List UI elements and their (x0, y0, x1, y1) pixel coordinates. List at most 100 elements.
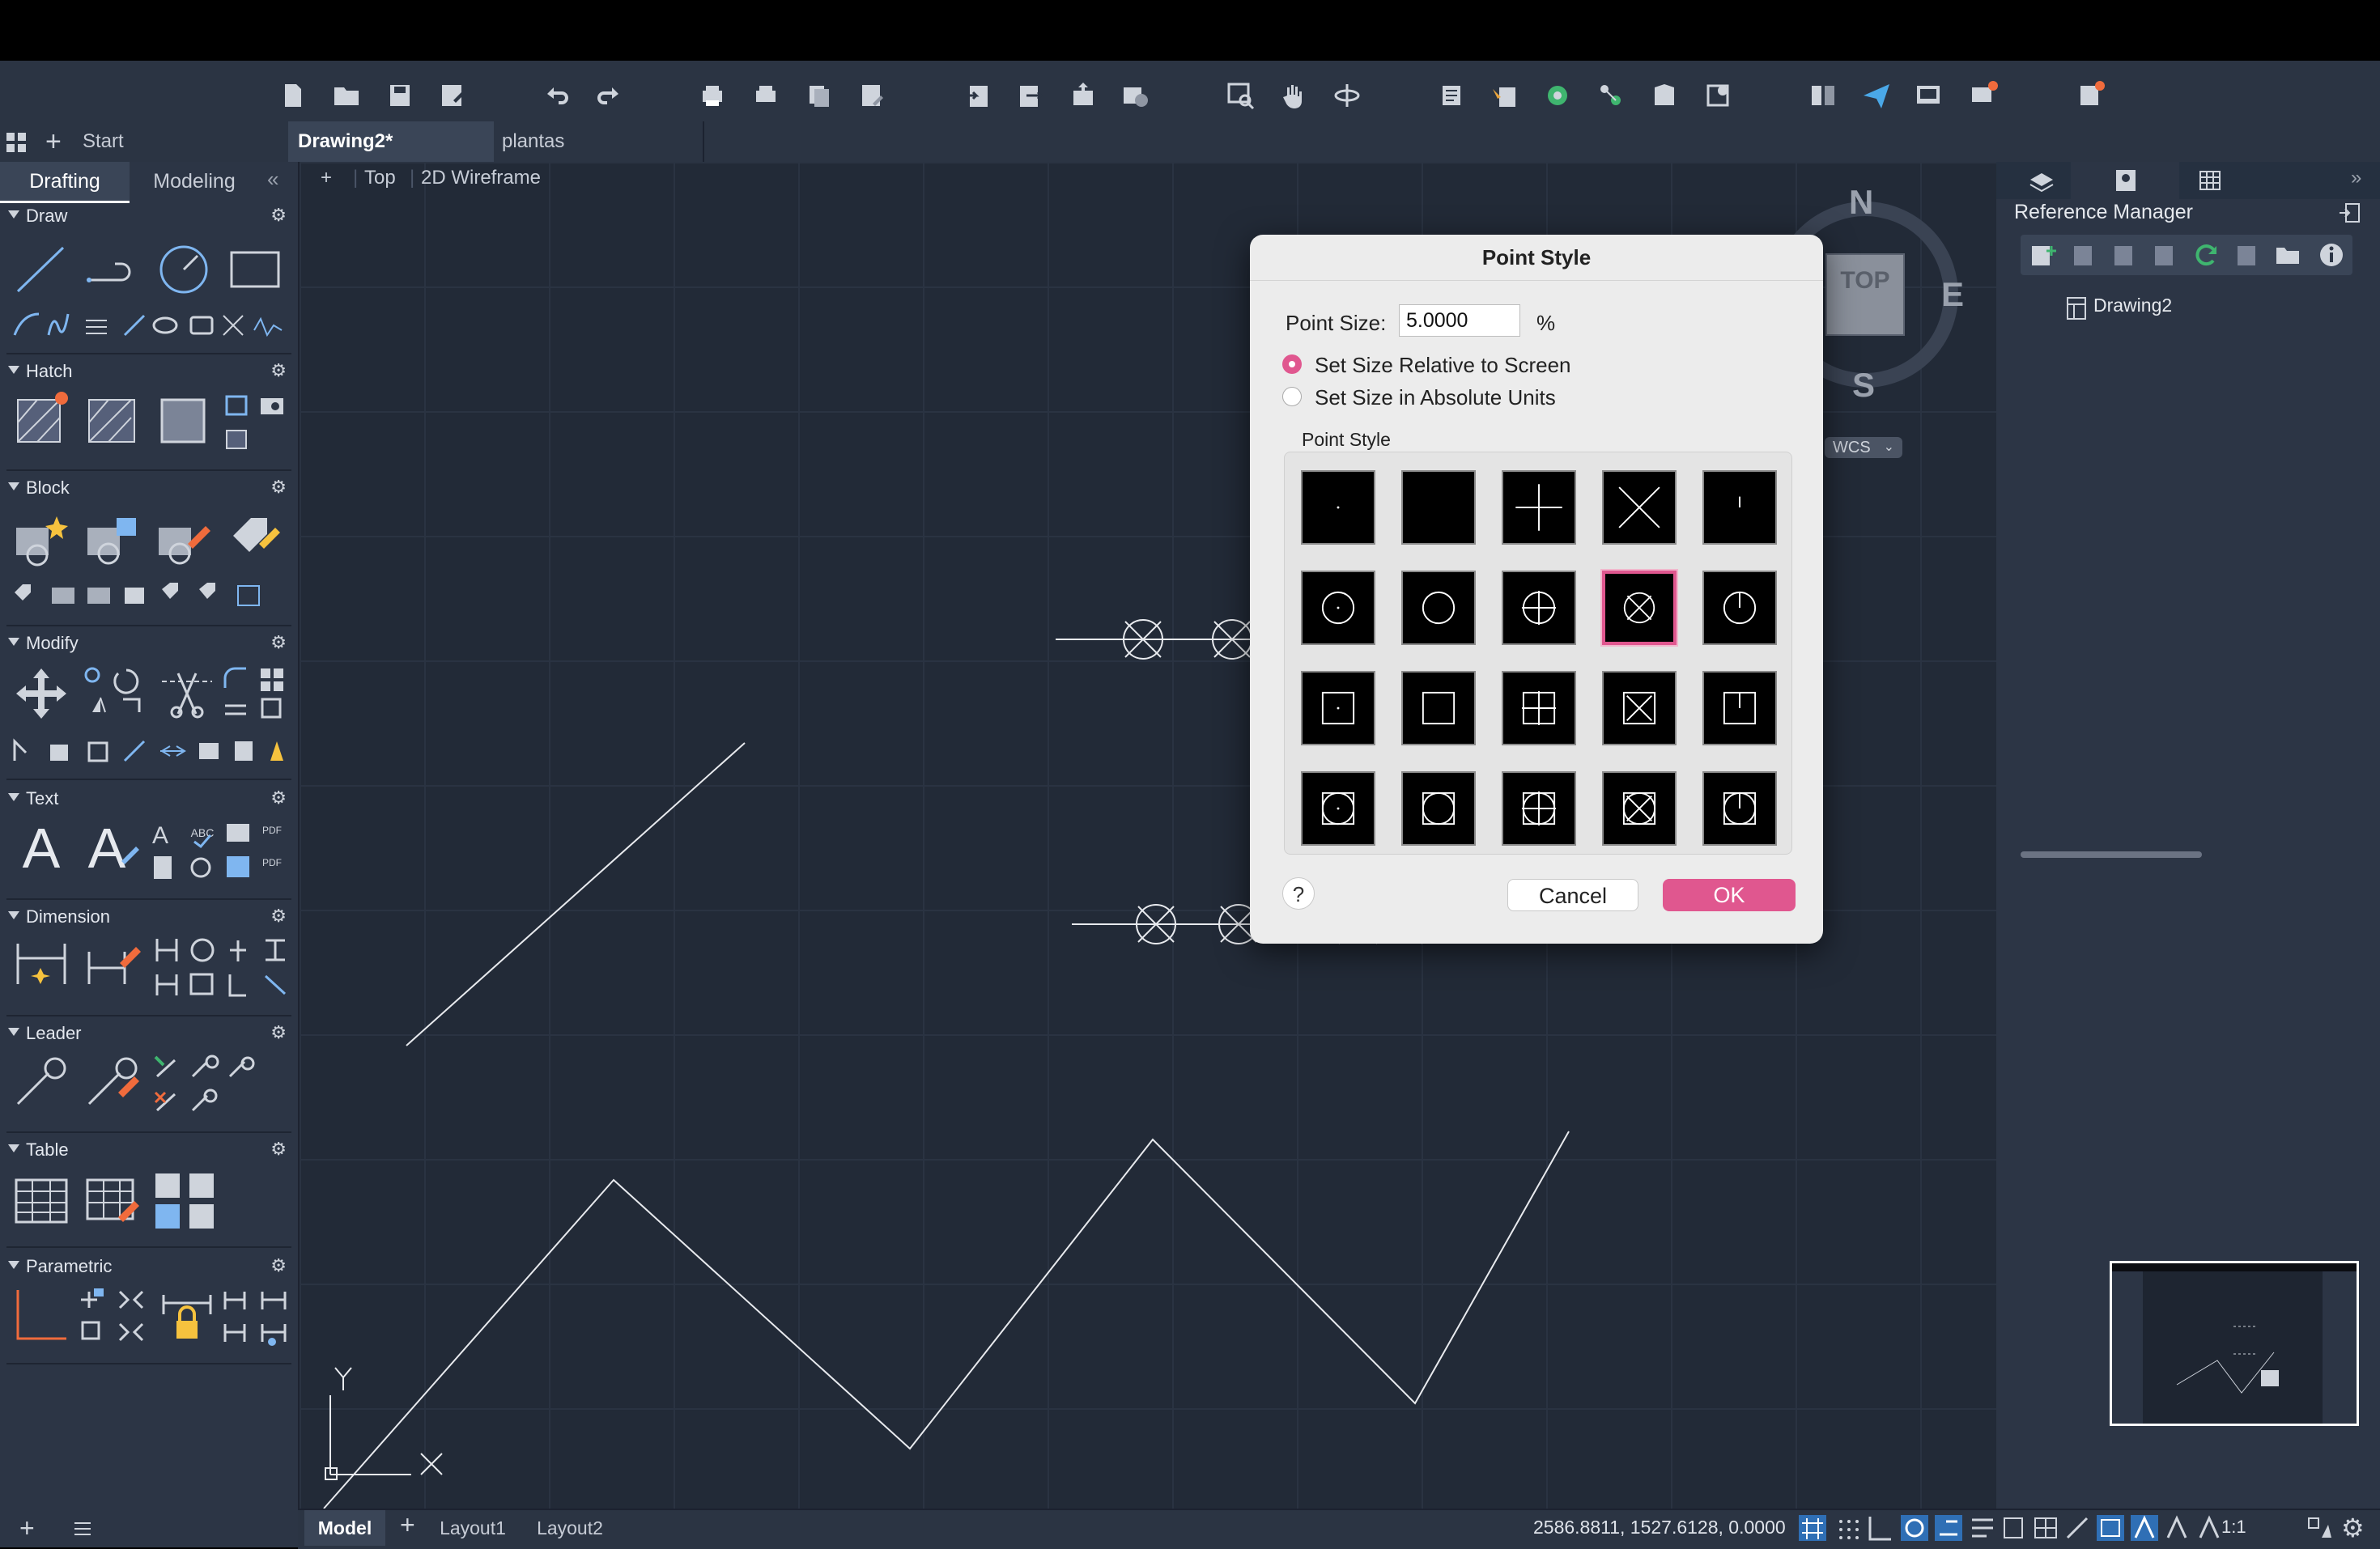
detach-reference-icon[interactable] (2150, 241, 2179, 269)
section-dimension[interactable]: Dimension ⚙ (0, 903, 296, 932)
expand-panel-icon[interactable]: » (2351, 167, 2361, 189)
circle-icon[interactable] (155, 241, 212, 298)
publish-icon[interactable] (801, 78, 837, 113)
screen-icon[interactable] (1910, 78, 1946, 113)
constraint-tools-b[interactable] (220, 1284, 291, 1352)
notification-icon[interactable] (1966, 78, 2001, 113)
section-parametric[interactable]: Parametric ⚙ (0, 1253, 296, 1282)
settings-gear-icon[interactable]: ⚙ (2341, 1513, 2370, 1543)
wipeout-icon[interactable] (257, 392, 287, 419)
gear-icon[interactable]: ⚙ (270, 1022, 287, 1043)
block-editor-icon[interactable] (1647, 78, 1682, 113)
insert-block-icon[interactable] (84, 511, 141, 568)
new-tab-button[interactable]: + (45, 128, 70, 155)
point-style-circsq-plus[interactable] (1502, 771, 1576, 846)
tab-modeling[interactable]: Modeling (130, 162, 259, 201)
table-tab-icon[interactable] (2194, 165, 2226, 194)
compass-north[interactable]: N (1849, 183, 1873, 222)
send-icon[interactable] (1859, 78, 1894, 113)
tab-model[interactable]: Model (304, 1510, 385, 1546)
modify-tools-a[interactable] (81, 664, 157, 736)
workspace-icon[interactable] (2304, 1513, 2333, 1543)
section-modify[interactable]: Modify ⚙ (0, 630, 296, 659)
dock-icon[interactable] (2338, 201, 2362, 225)
point-style-circle[interactable] (1401, 571, 1476, 645)
status-toggles[interactable] (1796, 1512, 2362, 1544)
open-folder-icon[interactable] (329, 78, 364, 113)
layer-manager-icon[interactable] (1540, 78, 1575, 113)
navigation-minimap[interactable] (2110, 1261, 2359, 1426)
radio-relative-to-screen[interactable] (1282, 354, 1302, 374)
point-style-circle-dot[interactable] (1301, 571, 1375, 645)
share-icon[interactable] (1065, 78, 1101, 113)
boundary-icon[interactable] (155, 390, 212, 447)
section-hatch[interactable]: Hatch ⚙ (0, 358, 296, 387)
cancel-button[interactable]: Cancel (1507, 879, 1638, 911)
radio-absolute-units[interactable] (1282, 387, 1302, 406)
tab-drafting[interactable]: Drafting (0, 162, 130, 203)
web-icon[interactable] (1117, 78, 1153, 113)
gear-icon[interactable]: ⚙ (270, 477, 287, 498)
properties-icon[interactable] (1434, 78, 1470, 113)
refresh-icon[interactable] (2192, 241, 2221, 269)
point-style-circle-tick[interactable] (1702, 571, 1777, 645)
region-icon[interactable] (222, 392, 251, 419)
redo-icon[interactable] (591, 78, 627, 113)
modify-tools-row[interactable] (11, 736, 287, 766)
reference-item[interactable]: Drawing2 (2093, 295, 2172, 316)
move-icon[interactable] (13, 665, 70, 722)
gear-icon[interactable]: ⚙ (270, 205, 287, 226)
edit-block-icon[interactable] (155, 511, 212, 568)
tab-plantas[interactable]: plantas (492, 121, 704, 162)
view-control[interactable]: Top (364, 167, 396, 189)
point-style-circsq-dot[interactable] (1301, 771, 1375, 846)
hatch-icon[interactable] (13, 390, 70, 447)
undo-icon[interactable] (539, 78, 575, 113)
option-relative-label[interactable]: Set Size Relative to Screen (1315, 353, 1571, 378)
point-style-tick[interactable] (1702, 470, 1777, 545)
page-setup-icon[interactable] (853, 78, 889, 113)
wcs-dropdown[interactable]: WCS ⌄ (1825, 437, 1902, 458)
point-style-circsq-x[interactable] (1602, 771, 1677, 846)
cover-icon[interactable] (222, 426, 251, 453)
compare-icon[interactable] (1805, 78, 1841, 113)
point-style-circsq[interactable] (1401, 771, 1476, 846)
constraint-tools-a[interactable] (78, 1284, 151, 1352)
point-style-none[interactable] (1401, 470, 1476, 545)
save-as-icon[interactable] (434, 78, 470, 113)
unload-reference-icon[interactable] (2110, 241, 2139, 269)
updates-icon[interactable] (2072, 78, 2108, 113)
batch-plot-icon[interactable] (748, 78, 784, 113)
help-button[interactable]: ? (1282, 877, 1315, 910)
create-block-icon[interactable] (13, 511, 70, 568)
section-text[interactable]: Text ⚙ (0, 785, 296, 814)
polyline-icon[interactable] (84, 241, 141, 298)
leader-tools-grid[interactable] (152, 1052, 257, 1117)
point-style-square-x[interactable] (1602, 671, 1677, 745)
annotation-scale[interactable]: 1:1 (2221, 1517, 2246, 1538)
tab-drawing2[interactable]: Drawing2* (288, 121, 494, 162)
add-palette-button[interactable]: + (19, 1513, 35, 1543)
option-absolute-label[interactable]: Set Size in Absolute Units (1315, 385, 1556, 410)
point-style-dot[interactable] (1301, 470, 1375, 545)
section-draw[interactable]: Draw ⚙ (0, 202, 296, 231)
point-style-square[interactable] (1401, 671, 1476, 745)
single-line-text-icon[interactable]: A (81, 817, 141, 877)
new-file-icon[interactable] (275, 78, 311, 113)
text-tools-grid[interactable]: A ABC PDF PDF (149, 817, 290, 885)
visual-style-control[interactable]: 2D Wireframe (421, 167, 541, 189)
dimension-tools-grid[interactable] (152, 934, 290, 999)
export-icon[interactable] (1012, 78, 1048, 113)
block-tools-row[interactable] (11, 581, 287, 610)
dimensional-constraint-icon[interactable] (159, 1287, 215, 1343)
tab-layout1[interactable]: Layout1 (432, 1512, 513, 1544)
open-folder-icon[interactable] (2273, 241, 2302, 269)
point-style-circle-plus[interactable] (1502, 571, 1576, 645)
point-style-square-dot[interactable] (1301, 671, 1375, 745)
gear-icon[interactable]: ⚙ (270, 1139, 287, 1160)
save-icon[interactable] (382, 78, 418, 113)
viewcube-top-face[interactable]: TOP (1826, 267, 1904, 295)
scrollbar[interactable] (2021, 851, 2202, 858)
reload-reference-icon[interactable] (2069, 241, 2098, 269)
multileader-icon[interactable] (13, 1054, 70, 1110)
